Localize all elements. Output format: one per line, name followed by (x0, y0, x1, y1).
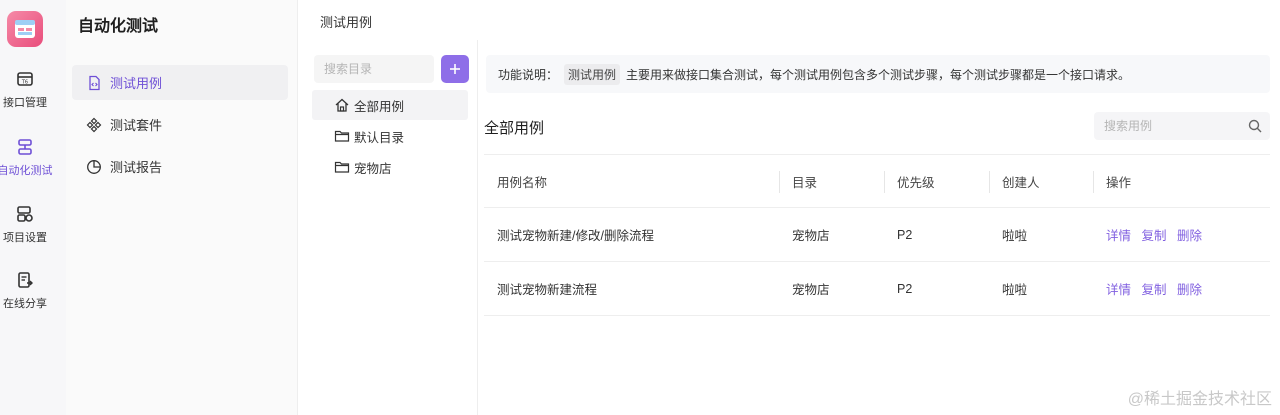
case-actions: 详情 复制 删除 (1093, 207, 1270, 262)
add-directory-button[interactable] (441, 55, 469, 83)
tree-item-label: 全部用例 (354, 99, 405, 114)
file-code-icon (89, 75, 100, 90)
page-title: 测试用例 (320, 15, 373, 30)
case-name-link[interactable]: 测试宠物新建/修改/删除流程 (484, 207, 779, 262)
pie-chart-icon (87, 159, 101, 174)
delete-link[interactable]: 删除 (1177, 283, 1202, 297)
case-directory: 宠物店 (779, 207, 884, 262)
directory-search-input[interactable] (314, 55, 434, 83)
notice-text: 主要用来做接口集合测试，每个测试用例包含多个测试步骤，每个测试步骤都是一个接口请… (626, 67, 1131, 82)
page-header: 测试用例 (298, 0, 1280, 40)
case-directory: 宠物店 (779, 261, 884, 316)
home-icon (335, 98, 349, 112)
case-priority: P2 (884, 207, 989, 262)
app-logo[interactable] (7, 11, 43, 47)
subnav-item-test-reports[interactable]: 测试报告 (72, 149, 288, 184)
table-row: 测试宠物新建流程 宠物店 P2 啦啦 详情 复制 删除 (484, 261, 1270, 316)
plus-icon (450, 64, 460, 74)
svg-text:T6: T6 (21, 80, 28, 86)
rail-item-label: 自动化测试 (0, 165, 53, 177)
main-content: 功能说明： 测试用例 主要用来做接口集合测试，每个测试用例包含多个测试步骤，每个… (478, 40, 1280, 415)
notice-tag: 测试用例 (564, 63, 621, 85)
folder-icon (334, 130, 350, 142)
secondary-nav: 自动化测试 测试用例 测试套件 测试报告 (66, 0, 298, 415)
api-management-icon: T6 (17, 72, 33, 86)
case-priority: P2 (884, 261, 989, 316)
table-header-row: 用例名称 目录 优先级 创建人 操作 (484, 154, 1270, 208)
rail-item-project-settings[interactable]: 项目设置 (0, 205, 50, 245)
suite-icon (86, 117, 102, 132)
table-row: 测试宠物新建/修改/删除流程 宠物店 P2 啦啦 详情 复制 删除 (484, 207, 1270, 262)
settings-icon (17, 206, 33, 222)
tree-item-label: 默认目录 (354, 130, 405, 145)
rail-item-label: 项目设置 (3, 232, 47, 244)
rail-item-automation-test[interactable]: 自动化测试 (0, 138, 53, 178)
copy-link[interactable]: 复制 (1142, 283, 1167, 297)
case-actions: 详情 复制 删除 (1093, 261, 1270, 316)
subnav-item-test-cases[interactable]: 测试用例 (72, 65, 288, 100)
column-header: 用例名称 (484, 154, 779, 208)
tree-item-all-cases[interactable]: 全部用例 (312, 90, 468, 120)
share-icon (18, 272, 33, 288)
tree-item-pet-store[interactable]: 宠物店 (312, 152, 468, 182)
tree-item-label: 宠物店 (354, 161, 392, 176)
subnav-item-label: 测试用例 (110, 76, 163, 91)
search-icon[interactable] (1248, 119, 1262, 133)
app-rail: T6 接口管理 自动化测试 项目设置 在线分享 (0, 0, 66, 415)
case-name-link[interactable]: 测试宠物新建流程 (484, 261, 779, 316)
app-logo-icon (15, 20, 35, 38)
stack-icon (18, 139, 32, 155)
delete-link[interactable]: 删除 (1177, 229, 1202, 243)
column-header: 创建人 (989, 154, 1093, 208)
details-link[interactable]: 详情 (1106, 229, 1131, 243)
watermark: @稀土掘金技术社区 (1127, 391, 1272, 408)
tree-item-default-dir[interactable]: 默认目录 (312, 121, 468, 151)
folder-icon (334, 161, 350, 173)
case-creator: 啦啦 (989, 261, 1093, 316)
rail-item-api-management[interactable]: T6 接口管理 (0, 70, 50, 110)
subnav-item-label: 测试套件 (110, 118, 163, 133)
rail-item-online-share[interactable]: 在线分享 (0, 271, 50, 311)
case-search-input[interactable] (1094, 112, 1270, 140)
rail-item-label: 接口管理 (3, 97, 47, 109)
subnav-title: 自动化测试 (78, 18, 159, 35)
copy-link[interactable]: 复制 (1142, 229, 1167, 243)
details-link[interactable]: 详情 (1106, 283, 1131, 297)
column-header: 操作 (1093, 154, 1270, 208)
column-header: 优先级 (884, 154, 989, 208)
directory-tree: 全部用例 默认目录 宠物店 (298, 40, 478, 415)
case-table: 用例名称 目录 优先级 创建人 操作 测试宠物新建/修改/删除流程 宠物店 P2… (484, 154, 1270, 316)
case-creator: 啦啦 (989, 207, 1093, 262)
rail-item-label: 在线分享 (3, 298, 47, 310)
column-header: 目录 (779, 154, 884, 208)
subnav-item-test-suites[interactable]: 测试套件 (72, 107, 288, 142)
subnav-item-label: 测试报告 (110, 160, 163, 175)
case-list-title: 全部用例 (484, 120, 545, 137)
feature-notice: 功能说明： 测试用例 主要用来做接口集合测试，每个测试用例包含多个测试步骤，每个… (486, 55, 1270, 93)
notice-prefix: 功能说明： (498, 67, 559, 82)
